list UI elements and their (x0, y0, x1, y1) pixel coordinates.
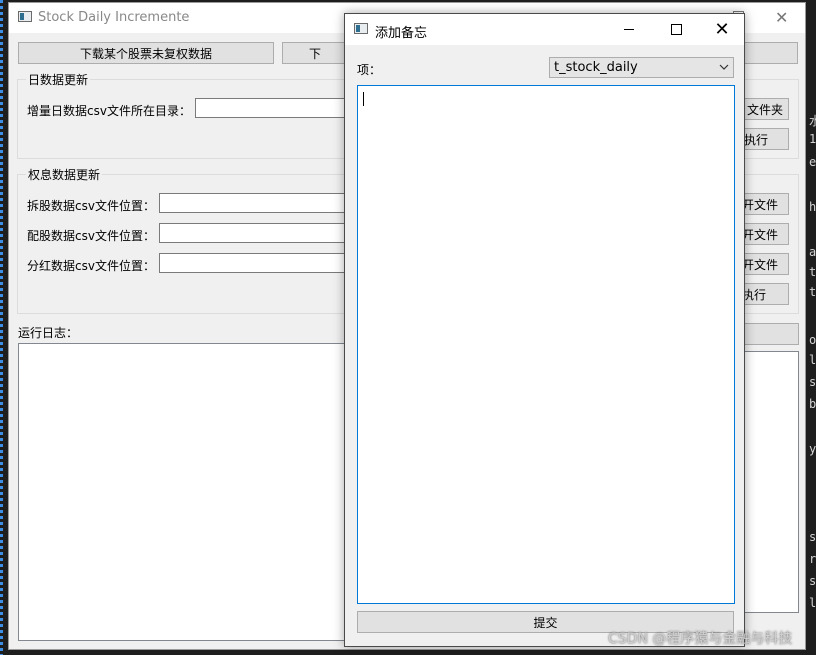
strip-char: b (809, 397, 816, 411)
strip-char: s (809, 574, 816, 588)
background-editor-strip: 水 1 e h a t t o l s b y s r s l (806, 0, 816, 655)
strip-char: e (809, 155, 816, 169)
dividend-label: 分红数据csv文件位置： (27, 259, 155, 273)
close-icon[interactable]: ✕ (775, 8, 788, 27)
log-label: 运行日志： (18, 326, 79, 340)
item-select-value: t_stock_daily (554, 60, 638, 75)
text-caret (363, 92, 364, 106)
strip-char: a (809, 245, 816, 259)
dialog-title: 添加备忘 (375, 26, 428, 41)
strip-char: l (809, 353, 816, 367)
chevron-down-icon (719, 64, 729, 70)
strip-char: 1 (809, 132, 816, 146)
app-window-icon (18, 11, 32, 22)
strip-char: s (809, 530, 816, 544)
strip-char: l (809, 596, 816, 610)
minimize-icon[interactable] (606, 14, 652, 45)
left-dotted-border (0, 0, 3, 655)
strip-char: t (809, 285, 816, 299)
log-textarea[interactable] (18, 343, 398, 641)
main-window-title: Stock Daily Incremente (38, 10, 190, 25)
close-icon[interactable]: ✕ (699, 14, 745, 45)
strip-char: o (809, 333, 816, 347)
maximize-icon[interactable] (653, 14, 699, 45)
strip-char: 水 (809, 114, 816, 128)
strip-char: r (809, 552, 816, 566)
dialog-window-icon (354, 23, 368, 34)
strip-char: t (809, 265, 816, 279)
daily-dir-label: 增量日数据csv文件所在目录： (27, 104, 191, 118)
strip-char: h (809, 200, 816, 214)
split-label: 拆股数据csv文件位置： (27, 199, 155, 213)
item-label: 项： (357, 63, 382, 77)
watermark-text: CSDN @程序猿与金融与科技 (608, 631, 793, 647)
memo-textarea[interactable] (357, 85, 735, 604)
download-unadjusted-button[interactable]: 下载某个股票未复权数据 (18, 42, 274, 64)
strip-char: s (809, 375, 816, 389)
strip-char: y (809, 442, 816, 456)
dialog-titlebar: 添加备忘 ✕ (345, 14, 744, 45)
daily-group-title: 日数据更新 (26, 71, 91, 88)
rights-group-title: 权息数据更新 (26, 166, 103, 183)
add-memo-dialog: 添加备忘 ✕ 项： t_stock_daily 提交 (344, 13, 745, 647)
rights-issue-label: 配股数据csv文件位置： (27, 229, 155, 243)
item-select[interactable]: t_stock_daily (549, 57, 734, 78)
